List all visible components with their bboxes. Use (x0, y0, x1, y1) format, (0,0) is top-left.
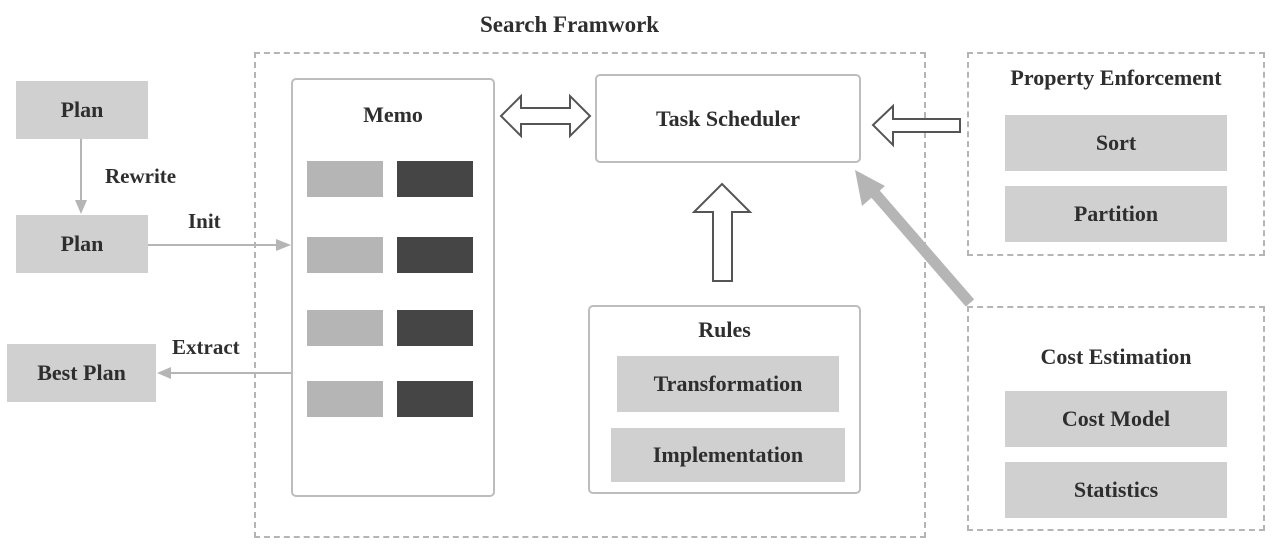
memo-group-2-expression (307, 237, 383, 273)
property-sort[interactable]: Sort (1005, 115, 1227, 171)
memo-group-4-expression (307, 381, 383, 417)
rewritten-plan-box[interactable]: Plan (16, 215, 148, 273)
rewrite-arrow (75, 139, 87, 214)
memo-group-1-expression (307, 161, 383, 197)
property-sort-label: Sort (1095, 130, 1137, 155)
rule-transformation[interactable]: Transformation (617, 356, 839, 412)
rewritten-plan-label: Plan (60, 231, 104, 256)
init-edge-label: Init (188, 209, 221, 233)
cost-statistics[interactable]: Statistics (1005, 462, 1227, 518)
memo-title: Memo (363, 102, 423, 127)
rule-transformation-label: Transformation (653, 371, 803, 396)
memo-group-1-winner (397, 161, 473, 197)
rewrite-edge-label: Rewrite (105, 164, 177, 188)
best-plan-box[interactable]: Best Plan (7, 344, 156, 402)
memo-group-3-winner (397, 310, 473, 346)
search-framework-title: Search Framwork (480, 12, 660, 37)
rule-implementation[interactable]: Implementation (611, 428, 845, 482)
rules-title: Rules (698, 317, 751, 342)
cost-model-label: Cost Model (1061, 406, 1171, 431)
task-scheduler-box[interactable]: Task Scheduler (595, 74, 861, 163)
input-plan-label: Plan (60, 97, 104, 122)
memo-group-4-winner (397, 381, 473, 417)
extract-edge-label: Extract (172, 335, 240, 359)
cost-statistics-label: Statistics (1073, 477, 1159, 502)
input-plan-box[interactable]: Plan (16, 81, 148, 139)
property-enforcement-title: Property Enforcement (1010, 65, 1222, 90)
cost-model[interactable]: Cost Model (1005, 391, 1227, 447)
best-plan-label: Best Plan (37, 360, 126, 385)
task-scheduler-title: Task Scheduler (655, 105, 801, 131)
cost-estimation-title: Cost Estimation (1040, 344, 1192, 369)
property-partition[interactable]: Partition (1005, 186, 1227, 242)
memo-box[interactable]: Memo (291, 78, 495, 497)
rule-implementation-label: Implementation (652, 442, 804, 467)
memo-group-3-expression (307, 310, 383, 346)
memo-group-2-winner (397, 237, 473, 273)
property-partition-label: Partition (1073, 201, 1159, 226)
